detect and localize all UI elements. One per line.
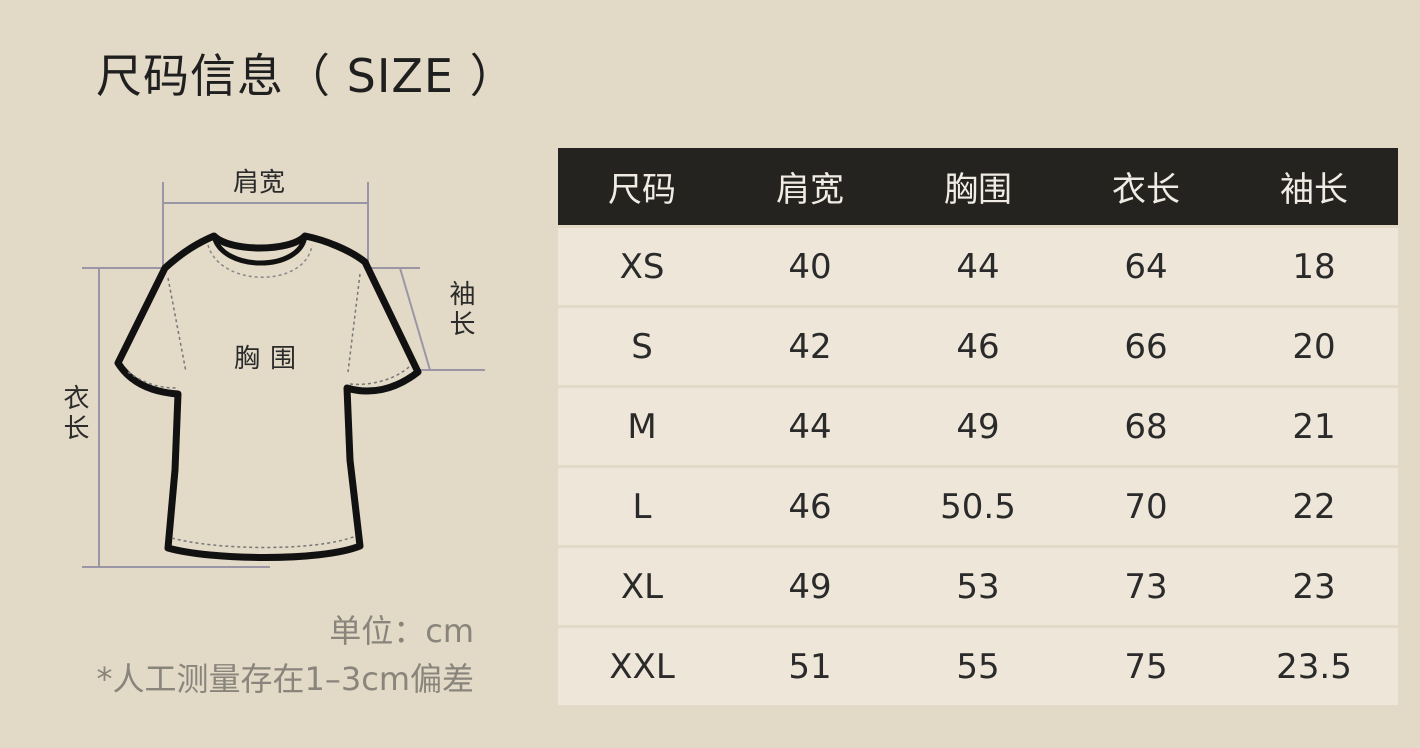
table-cell: 21: [1292, 406, 1336, 447]
column-header: 胸围: [944, 170, 1012, 210]
table-cell: 53: [956, 566, 1000, 607]
table-cell: 68: [1124, 406, 1168, 447]
length-label: 衣长: [59, 384, 89, 444]
table-cell: 75: [1124, 646, 1168, 687]
table-cell: 23.5: [1276, 646, 1352, 687]
table-header: 尺码 肩宽 胸围 衣长 袖长: [558, 148, 1398, 225]
table-cell: 55: [956, 646, 1000, 687]
table-row: XL 49 53 73 23: [558, 548, 1398, 625]
column-header: 尺码: [608, 170, 676, 210]
table-cell: S: [631, 326, 653, 367]
column-header: 袖长: [1280, 170, 1348, 210]
shoulder-label: 肩宽: [233, 168, 286, 198]
size-table: 尺码 肩宽 胸围 衣长 袖长 XS 40 44 64 18 S 42 46 66 20 M 44 49 68 21 L…: [558, 148, 1398, 705]
table-row: XXL 51 55 75 23.5: [558, 628, 1398, 705]
table-cell: 70: [1124, 486, 1168, 527]
table-cell: 49: [956, 406, 1000, 447]
chest-label: 胸围: [234, 344, 307, 374]
tolerance-note: *人工测量存在1–3cm偏差: [96, 660, 475, 698]
table-cell: 40: [788, 246, 832, 287]
table-cell: 46: [788, 486, 832, 527]
table-cell: M: [627, 406, 657, 447]
table-cell: 50.5: [940, 486, 1016, 527]
table-cell: XXL: [609, 646, 675, 687]
table-row: L 46 50.5 70 22: [558, 468, 1398, 545]
table-row: S 42 46 66 20: [558, 308, 1398, 385]
table-cell: 51: [788, 646, 832, 687]
table-cell: 22: [1292, 486, 1336, 527]
table-cell: 20: [1292, 326, 1336, 367]
column-header: 肩宽: [776, 170, 844, 210]
sleeve-label: 袖长: [445, 280, 475, 340]
table-row: M 44 49 68 21: [558, 388, 1398, 465]
table-cell: 23: [1292, 566, 1336, 607]
unit-note: 单位：cm: [329, 612, 474, 650]
table-cell: 46: [956, 326, 1000, 367]
table-cell: 44: [788, 406, 832, 447]
table-row: XS 40 44 64 18: [558, 228, 1398, 305]
table-cell: 64: [1124, 246, 1168, 287]
table-cell: 18: [1292, 246, 1336, 287]
column-header: 衣长: [1112, 170, 1180, 210]
table-cell: XS: [619, 246, 665, 287]
table-cell: 44: [956, 246, 1000, 287]
table-cell: 66: [1124, 326, 1168, 367]
table-body: XS 40 44 64 18 S 42 46 66 20 M 44 49 68 21 L 46 50.5 70 22 X…: [558, 228, 1398, 705]
table-cell: 42: [788, 326, 832, 367]
table-cell: 73: [1124, 566, 1168, 607]
table-cell: XL: [620, 566, 664, 607]
table-cell: 49: [788, 566, 832, 607]
table-cell: L: [632, 486, 652, 527]
